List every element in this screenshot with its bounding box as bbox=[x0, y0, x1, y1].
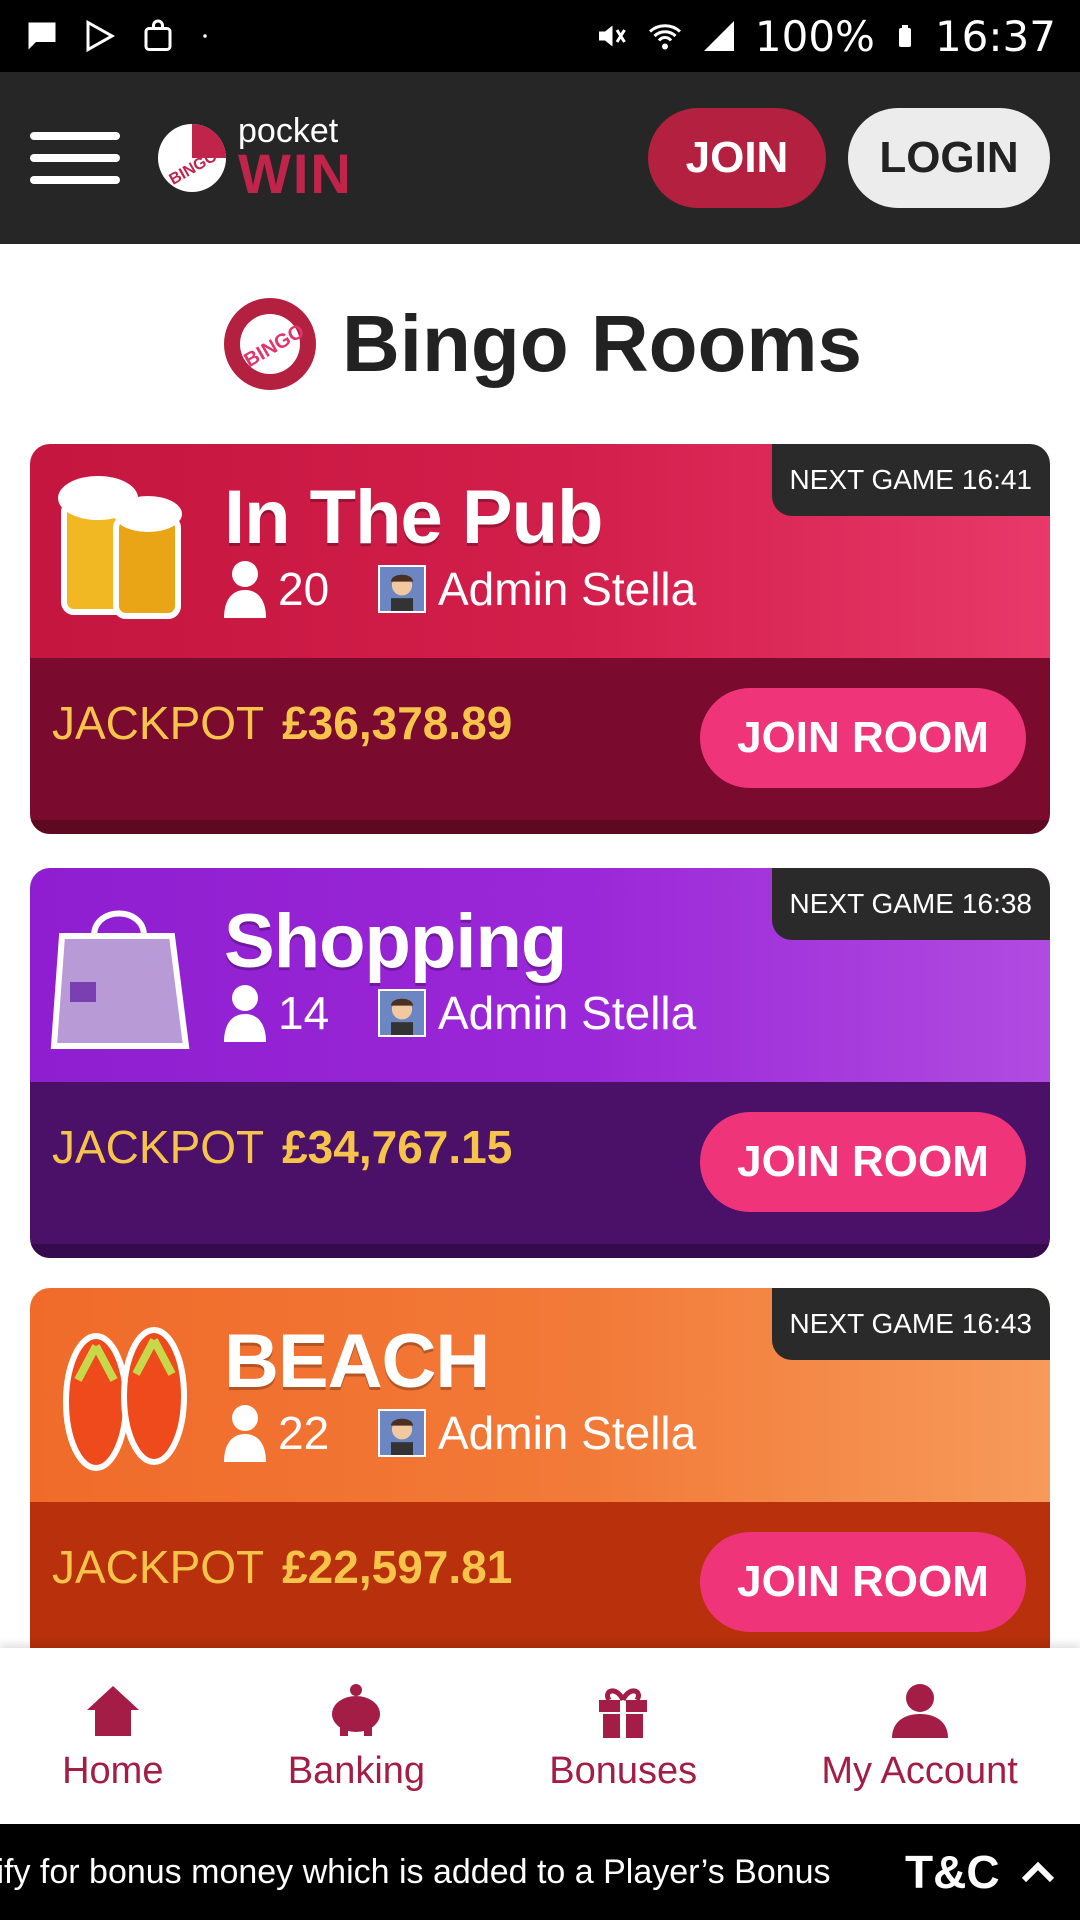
menu-button[interactable] bbox=[30, 126, 120, 190]
room-meta: 14 Admin Stella bbox=[222, 984, 696, 1042]
nav-label: Home bbox=[62, 1749, 164, 1792]
next-game-badge: NEXT GAME 16:41 bbox=[771, 444, 1050, 516]
shopping-bag-icon bbox=[144, 19, 172, 51]
jackpot-label: JACKPOT bbox=[52, 1541, 264, 1593]
next-game-time: 16:38 bbox=[961, 888, 1032, 919]
nav-item-bonuses[interactable]: Bonuses bbox=[549, 1680, 697, 1793]
next-game-badge: NEXT GAME 16:38 bbox=[771, 868, 1050, 940]
page-title-row: BINGO Bingo Rooms bbox=[0, 244, 1080, 444]
nav-label: Banking bbox=[287, 1749, 426, 1792]
admin-avatar bbox=[378, 565, 426, 613]
status-right: 100% 16:37 bbox=[593, 12, 1056, 61]
next-game-label: NEXT GAME bbox=[789, 464, 954, 495]
player-icon bbox=[224, 561, 266, 618]
mute-icon bbox=[598, 25, 626, 47]
battery-percent: 100% bbox=[754, 11, 875, 61]
bottom-nav: Home Banking Bonuses My Account bbox=[0, 1648, 1080, 1824]
beer-mugs-icon bbox=[58, 476, 182, 619]
join-button[interactable]: JOIN bbox=[648, 108, 826, 208]
jackpot-amount: £36,378.89 bbox=[282, 697, 513, 749]
nav-item-banking[interactable]: Banking bbox=[288, 1680, 425, 1793]
jackpot-amount: £34,767.15 bbox=[282, 1121, 513, 1173]
jackpot-label: JACKPOT bbox=[52, 1121, 264, 1173]
admin-name: Admin Stella bbox=[438, 987, 697, 1039]
status-bar: 100% 16:37 bbox=[0, 0, 1080, 72]
nav-item-my-account[interactable]: My Account bbox=[821, 1680, 1018, 1793]
battery-icon bbox=[898, 25, 911, 47]
piggy-bank-icon bbox=[332, 1683, 381, 1736]
room-meta: 20 Admin Stella bbox=[222, 560, 696, 618]
room-name: BEACH bbox=[224, 1319, 490, 1404]
admin-name: Admin Stella bbox=[438, 1407, 697, 1459]
chevron-up-icon[interactable] bbox=[1018, 1852, 1058, 1892]
admin-name: Admin Stella bbox=[438, 563, 697, 615]
players-count: 22 bbox=[278, 1407, 330, 1459]
next-game-time: 16:41 bbox=[961, 464, 1032, 495]
status-left bbox=[24, 18, 212, 54]
next-game-badge: NEXT GAME 16:43 bbox=[771, 1288, 1050, 1360]
gift-icon bbox=[599, 1688, 648, 1738]
admin-avatar bbox=[378, 1409, 426, 1457]
room-jackpot-panel: JACKPOT £22,597.81 JOIN ROOM bbox=[30, 1502, 1050, 1648]
players-count: 14 bbox=[278, 987, 330, 1039]
pocketwin-logo[interactable]: BINGO pocket WIN bbox=[154, 114, 353, 202]
join-room-button[interactable]: JOIN ROOM bbox=[700, 1532, 1026, 1632]
play-store-icon bbox=[86, 19, 116, 53]
login-button[interactable]: LOGIN bbox=[848, 108, 1050, 208]
dot-icon bbox=[203, 34, 207, 38]
nav-item-home[interactable]: Home bbox=[62, 1680, 163, 1793]
room-card-shopping: Shopping 14 Admin Stella NEXT GAME 16:38… bbox=[30, 868, 1050, 1258]
jackpot: JACKPOT £36,378.89 bbox=[52, 696, 512, 750]
jackpot: JACKPOT £22,597.81 bbox=[52, 1540, 512, 1594]
menu-bar bbox=[30, 154, 120, 162]
room-card-beach: BEACH 22 Admin Stella NEXT GAME 16:43 JA… bbox=[30, 1288, 1050, 1648]
jackpot: JACKPOT £34,767.15 bbox=[52, 1120, 512, 1174]
room-card-in-the-pub: In The Pub 20 Admin Stella NEXT GAME 16:… bbox=[30, 444, 1050, 834]
logo-text: pocket WIN bbox=[238, 114, 353, 202]
flip-flops-icon bbox=[63, 1327, 187, 1471]
room-name: Shopping bbox=[224, 899, 567, 984]
nav-label: Bonuses bbox=[549, 1749, 698, 1792]
next-game-time: 16:43 bbox=[961, 1308, 1032, 1339]
room-name: In The Pub bbox=[224, 475, 603, 560]
room-meta: 22 Admin Stella bbox=[222, 1404, 696, 1462]
menu-bar bbox=[30, 132, 120, 140]
menu-bar bbox=[30, 176, 120, 184]
admin-avatar bbox=[378, 989, 426, 1037]
shopping-bag-icon bbox=[50, 910, 190, 1049]
clock: 16:37 bbox=[934, 11, 1056, 61]
message-icon bbox=[28, 22, 56, 50]
user-icon bbox=[891, 1683, 948, 1738]
players-count: 20 bbox=[278, 563, 330, 615]
wifi-icon bbox=[648, 24, 681, 50]
bingo-ball-logo-icon: BINGO bbox=[158, 124, 226, 192]
signal-icon bbox=[703, 21, 734, 51]
jackpot-amount: £22,597.81 bbox=[282, 1541, 513, 1593]
home-icon bbox=[86, 1685, 139, 1736]
nav-label: My Account bbox=[821, 1749, 1018, 1792]
room-jackpot-panel: JACKPOT £36,378.89 JOIN ROOM bbox=[30, 658, 1050, 834]
jackpot-label: JACKPOT bbox=[52, 697, 264, 749]
player-icon bbox=[224, 1405, 266, 1462]
tc-bar[interactable]: alify for bonus money which is added to … bbox=[0, 1824, 1080, 1920]
next-game-label: NEXT GAME bbox=[789, 1308, 954, 1339]
room-jackpot-panel: JACKPOT £34,767.15 JOIN ROOM bbox=[30, 1082, 1050, 1258]
next-game-label: NEXT GAME bbox=[789, 888, 954, 919]
tc-ticker-text: alify for bonus money which is added to … bbox=[0, 1852, 831, 1891]
join-room-button[interactable]: JOIN ROOM bbox=[700, 1112, 1026, 1212]
room-lip bbox=[30, 820, 1050, 834]
bingo-badge-icon: BINGO bbox=[224, 298, 317, 390]
room-lip bbox=[30, 1244, 1050, 1258]
app-header: BINGO pocket WIN JOIN LOGIN bbox=[0, 72, 1080, 244]
page-title: Bingo Rooms bbox=[342, 299, 862, 388]
join-room-button[interactable]: JOIN ROOM bbox=[700, 688, 1026, 788]
page: 100% 16:37 BINGO pocket WIN JOIN LOGIN B… bbox=[0, 0, 1080, 1920]
player-icon bbox=[224, 985, 266, 1042]
logo-win-text: WIN bbox=[238, 142, 353, 205]
tc-label[interactable]: T&C bbox=[905, 1845, 1000, 1899]
